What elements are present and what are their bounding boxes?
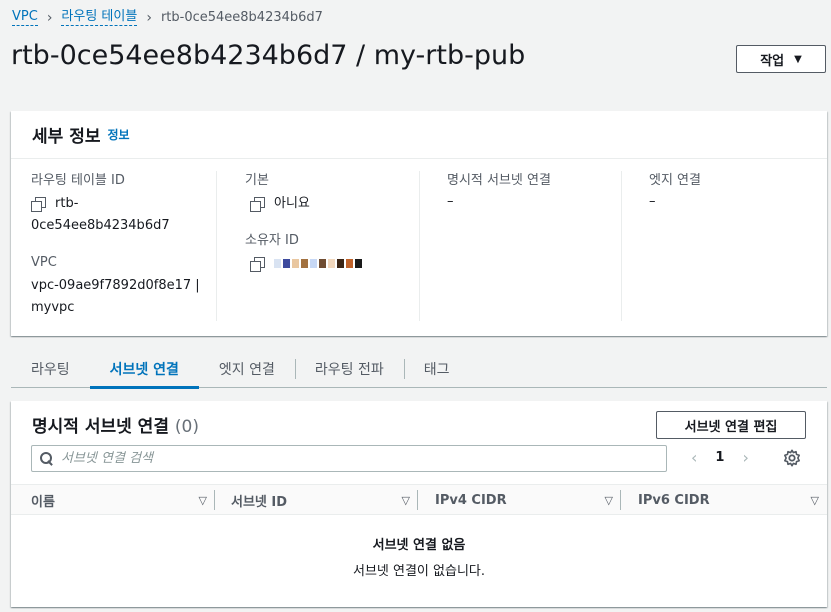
breadcrumb-vpc-link[interactable]: VPC	[12, 9, 38, 26]
column-header-label: 이름	[31, 494, 55, 510]
details-header: 세부 정보 정보	[11, 111, 827, 159]
search-box	[31, 445, 667, 472]
caret-down-icon: ▼	[794, 53, 802, 65]
sort-down-icon[interactable]: ▽	[199, 494, 207, 507]
owner-id-label: 소유자 ID	[245, 233, 299, 248]
edge-label: 엣지 연결	[649, 173, 701, 188]
breadcrumb-current: rtb-0ce54ee8b4234b6d7	[160, 10, 323, 25]
column-header-ipv4-cidr[interactable]: IPv4 CIDR ▽	[418, 485, 621, 515]
explicit-subnet-label: 명시적 서브넷 연결	[447, 173, 551, 188]
page-title: rtb-0ce54ee8b4234b6d7 / my-rtb-pub	[11, 40, 526, 71]
sort-down-icon[interactable]: ▽	[605, 494, 613, 507]
empty-state-title: 서브넷 연결 없음	[372, 538, 466, 553]
column-header-label: IPv6 CIDR	[638, 492, 710, 508]
column-header-label: 서브넷 ID	[231, 494, 288, 510]
column-header-label: IPv4 CIDR	[435, 492, 507, 508]
search-icon	[40, 452, 53, 465]
tab-tags[interactable]: 태그	[403, 350, 470, 388]
chevron-right-icon: ›	[46, 9, 53, 26]
details-heading: 세부 정보	[32, 127, 101, 147]
main-row: 아니요	[234, 193, 419, 215]
vpc-link[interactable]: vpc-09ae9f7892d0f8e17 |	[31, 275, 216, 297]
vpc-label: VPC	[31, 255, 57, 270]
details-column-4: 엣지 연결 –	[638, 171, 818, 321]
associations-title: 명시적 서브넷 연결 (0)	[32, 412, 199, 437]
details-panel: 세부 정보 정보 라우팅 테이블 ID rtb- 0ce54ee8b4234b6…	[11, 111, 827, 336]
column-header-name[interactable]: 이름 ▽	[11, 485, 215, 515]
empty-state-description: 서브넷 연결이 없습니다.	[353, 564, 485, 579]
details-info-link[interactable]: 정보	[107, 126, 129, 143]
route-table-id-label: 라우팅 테이블 ID	[31, 173, 125, 188]
route-table-id-value-part1: rtb-	[55, 196, 79, 211]
tab-route-propagation[interactable]: 라우팅 전파	[294, 350, 404, 388]
details-columns: 라우팅 테이블 ID rtb- 0ce54ee8b4234b6d7 VPC vp…	[11, 171, 827, 321]
associations-title-text: 명시적 서브넷 연결	[32, 417, 169, 437]
chevron-left-icon[interactable]: ‹	[691, 448, 697, 467]
copy-icon[interactable]	[250, 257, 265, 272]
chevron-right-icon[interactable]: ›	[742, 448, 748, 467]
details-column-2: 기본 아니요 소유자 ID	[234, 171, 420, 321]
gear-icon[interactable]	[783, 449, 801, 467]
details-column-3: 명시적 서브넷 연결 –	[436, 171, 622, 321]
details-column-1: 라우팅 테이블 ID rtb- 0ce54ee8b4234b6d7 VPC vp…	[31, 171, 217, 321]
page-number[interactable]: 1	[715, 450, 724, 465]
vpc-name-link[interactable]: myvpc	[31, 297, 216, 319]
copy-icon[interactable]	[250, 197, 265, 212]
sort-down-icon[interactable]: ▽	[402, 494, 410, 507]
actions-button[interactable]: 작업 ▼	[736, 45, 826, 73]
tab-routes[interactable]: 라우팅	[11, 350, 90, 388]
empty-state: 서브넷 연결 없음 서브넷 연결이 없습니다.	[11, 537, 827, 581]
pagination: ‹ 1 ›	[691, 448, 749, 467]
route-table-id-row: rtb-	[31, 193, 216, 215]
explicit-subnet-value: –	[447, 194, 454, 209]
breadcrumb: VPC › 라우팅 테이블 › rtb-0ce54ee8b4234b6d7	[12, 9, 323, 26]
table-header: 이름 ▽ 서브넷 ID ▽ IPv4 CIDR ▽ IPv6 CIDR ▽	[11, 484, 827, 515]
subnet-associations-panel: 명시적 서브넷 연결 (0) 서브넷 연결 편집 ‹ 1 › 이름 ▽ 서브넷 …	[11, 401, 827, 607]
main-value: 아니요	[274, 196, 310, 211]
column-header-subnet-id[interactable]: 서브넷 ID ▽	[215, 485, 418, 515]
actions-button-label: 작업	[760, 53, 785, 69]
owner-id-redacted	[274, 259, 362, 268]
tab-subnet-associations[interactable]: 서브넷 연결	[89, 350, 200, 389]
associations-count: (0)	[174, 417, 199, 437]
chevron-right-icon: ›	[146, 9, 152, 26]
page-header: VPC › 라우팅 테이블 › rtb-0ce54ee8b4234b6d7 rt…	[0, 0, 831, 100]
edit-subnet-associations-button[interactable]: 서브넷 연결 편집	[656, 411, 806, 439]
main-label: 기본	[245, 173, 269, 188]
route-table-id-value-part2: 0ce54ee8b4234b6d7	[31, 218, 170, 233]
tab-bar: 라우팅 서브넷 연결 엣지 연결 라우팅 전파 태그	[11, 350, 827, 389]
breadcrumb-route-tables-link[interactable]: 라우팅 테이블	[61, 9, 138, 26]
owner-id-row	[234, 253, 419, 272]
column-header-ipv6-cidr[interactable]: IPv6 CIDR ▽	[621, 485, 827, 515]
copy-icon[interactable]	[31, 197, 46, 212]
search-input[interactable]	[61, 451, 651, 466]
tab-edge-associations[interactable]: 엣지 연결	[199, 350, 295, 388]
sort-down-icon[interactable]: ▽	[811, 494, 819, 507]
edge-value: –	[649, 194, 656, 209]
